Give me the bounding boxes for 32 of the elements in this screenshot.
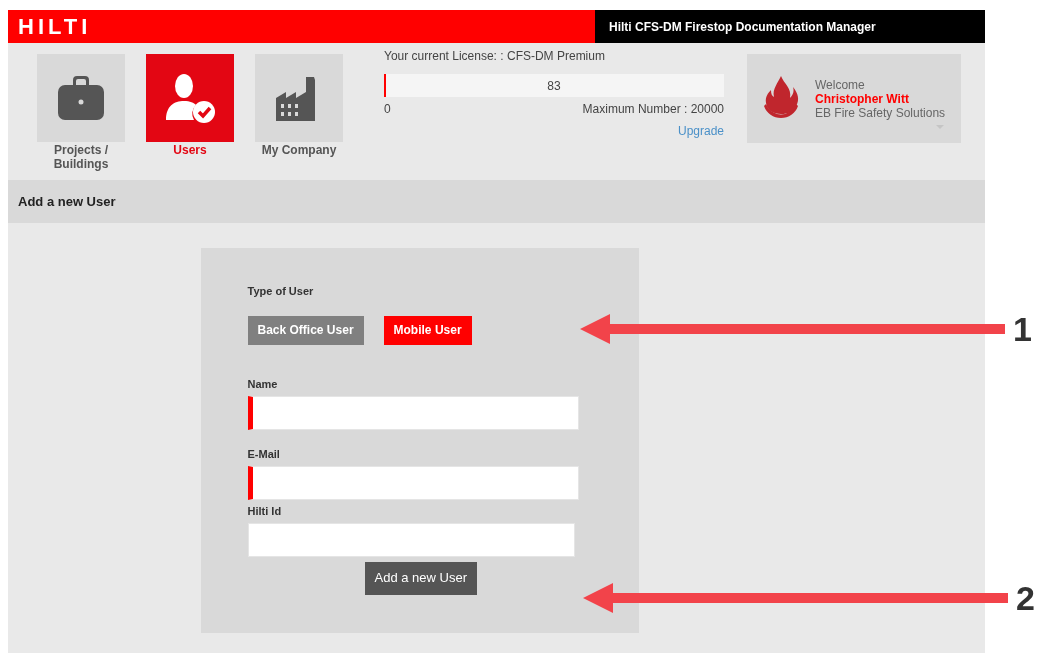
app-title: Hilti CFS-DM Firestop Documentation Manager: [609, 18, 876, 36]
annotation-number: 2: [1016, 581, 1035, 615]
field-label: Name: [247, 376, 279, 391]
license-label: Your current License: : CFS-DM Premium: [384, 49, 606, 63]
company-name: EB Fire Safety Solutions: [815, 105, 946, 120]
section-title: Add a new User: [18, 192, 116, 211]
user-name: Christopher Witt: [815, 91, 910, 106]
field-label: Hilti Id: [247, 503, 283, 518]
nav-label[interactable]: Projects / Buildings: [41, 143, 121, 171]
nav-tile[interactable]: [255, 54, 343, 142]
annotation-number: 1: [1013, 312, 1032, 346]
user-check-icon: [164, 72, 216, 124]
license-count: 83: [547, 77, 561, 95]
briefcase-icon: [57, 75, 105, 121]
text-field[interactable]: [247, 522, 575, 557]
text-field[interactable]: [247, 395, 579, 430]
nav-label[interactable]: Users: [150, 143, 230, 157]
hilti-logo[interactable]: HILTI: [18, 15, 92, 38]
nav-tile[interactable]: [37, 54, 125, 142]
welcome-text: Welcome: [815, 77, 866, 92]
type-label: Type of User: [247, 284, 315, 299]
nav-label[interactable]: My Company: [259, 143, 339, 157]
user-card[interactable]: Welcome Christopher Witt EB Fire Safety Solutions: [747, 54, 961, 143]
user-type-button[interactable]: Mobile User: [383, 315, 472, 345]
user-type-button[interactable]: Back Office User: [247, 315, 364, 345]
field-label: E-Mail: [247, 446, 281, 461]
nav-tile[interactable]: [146, 54, 234, 142]
upgrade-link[interactable]: Upgrade: [677, 122, 724, 140]
progress-min: 0: [384, 101, 391, 118]
maximum-number: Maximum Number : 20000: [582, 101, 724, 118]
text-field[interactable]: [247, 465, 579, 500]
add-user-button[interactable]: Add a new User: [364, 561, 477, 595]
